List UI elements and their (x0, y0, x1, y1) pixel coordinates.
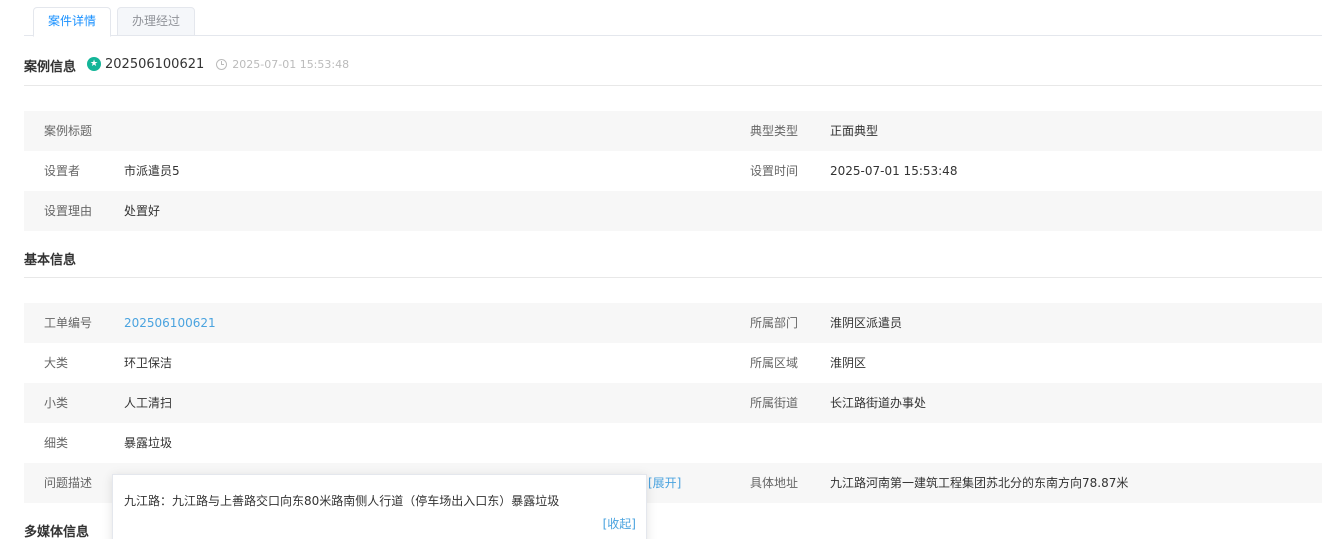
field-value: 长江路街道办事处 (830, 396, 927, 410)
info-row: 案例标题 典型类型 正面典型 (24, 111, 1322, 151)
case-id: 202506100621 (105, 56, 205, 72)
field-value: 淮阴区派遣员 (830, 316, 903, 330)
field-value: 市派遣员5 (124, 164, 180, 178)
info-row: 细类 暴露垃圾 (24, 423, 1322, 463)
media-info-title: 多媒体信息 (24, 525, 90, 539)
field-label: 设置时间 (750, 164, 799, 178)
field-value: 处置好 (124, 204, 161, 218)
divider (24, 85, 1322, 86)
field-label: 小类 (44, 396, 69, 410)
field-label: 案例标题 (44, 124, 93, 138)
field-value: 人工清扫 (124, 396, 173, 410)
tab-handling-process[interactable]: 办理经过 (117, 7, 196, 36)
field-value: 正面典型 (830, 124, 879, 138)
basic-info-title: 基本信息 (24, 253, 77, 268)
field-label: 具体地址 (750, 476, 799, 490)
description-text: 九江路：九江路与上善路交口向东80米路南侧人行道（停车场出入口东）暴露垃圾 (124, 494, 560, 508)
info-row: 设置理由 处置好 (24, 191, 1322, 231)
field-value: 九江路河南第一建筑工程集团苏北分的东南方向78.87米 (830, 476, 1129, 490)
field-label: 设置理由 (44, 204, 93, 218)
field-label: 大类 (44, 356, 69, 370)
field-label: 所属区域 (750, 356, 799, 370)
divider (24, 277, 1322, 278)
field-value: 暴露垃圾 (124, 436, 173, 450)
tab-bar: 案件详情 办理经过 (24, 7, 1322, 37)
field-label: 设置者 (44, 164, 81, 178)
field-label: 工单编号 (44, 316, 93, 330)
info-row: 大类 环卫保洁 所属区域 淮阴区 (24, 343, 1322, 383)
field-value: 2025-07-01 15:53:48 (830, 164, 958, 178)
field-value: 淮阴区 (830, 356, 867, 370)
description-popover: 九江路：九江路与上善路交口向东80米路南侧人行道（停车场出入口东）暴露垃圾 [收… (112, 474, 647, 539)
field-label: 问题描述 (44, 476, 93, 490)
field-label: 所属部门 (750, 316, 799, 330)
field-label: 典型类型 (750, 124, 799, 138)
case-id-group: ★ 202506100621 2025-07-01 15:53:48 (87, 56, 349, 72)
field-label: 细类 (44, 436, 69, 450)
field-label: 所属街道 (750, 396, 799, 410)
info-row: 设置者 市派遣员5 设置时间 2025-07-01 15:53:48 (24, 151, 1322, 191)
star-badge-icon: ★ (87, 57, 101, 71)
tab-case-detail[interactable]: 案件详情 (33, 7, 112, 37)
case-time: 2025-07-01 15:53:48 (232, 57, 350, 71)
field-value: 环卫保洁 (124, 356, 173, 370)
info-row: 工单编号 202506100621 所属部门 淮阴区派遣员 (24, 303, 1322, 343)
info-row: 小类 人工清扫 所属街道 长江路街道办事处 (24, 383, 1322, 423)
work-order-link[interactable]: 202506100621 (124, 303, 216, 343)
clock-icon (216, 58, 228, 70)
case-info-title: 案例信息 (24, 60, 77, 75)
expand-link[interactable]: [展开] (648, 463, 681, 503)
collapse-link[interactable]: [收起] (603, 515, 636, 532)
